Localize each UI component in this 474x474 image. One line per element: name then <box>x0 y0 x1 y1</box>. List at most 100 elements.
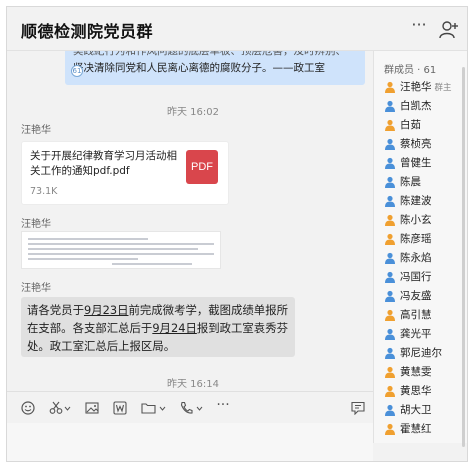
member-name-text: 陈晨 <box>400 176 421 188</box>
member-name: 高引慧 <box>400 307 432 323</box>
member-avatar-icon <box>384 290 396 302</box>
member-item[interactable]: 汪艳华 群主 <box>384 79 467 96</box>
member-name: 胡大卫 <box>400 402 432 418</box>
member-name: 陈建波 <box>400 193 432 209</box>
member-name-text: 郭尼迪尔 <box>400 347 442 359</box>
message-text-line: 実践紀行为和作风问题的底层单板、顶层危害，及时辨别、 <box>73 51 346 57</box>
member-name-text: 龚光平 <box>400 328 432 340</box>
image-content <box>28 238 148 240</box>
member-avatar-icon <box>384 176 396 188</box>
member-avatar-icon <box>384 252 396 264</box>
member-name: 汪艳华 群主 <box>400 79 452 96</box>
member-name: 龚光平 <box>400 326 432 342</box>
member-item[interactable]: 冯友盛 <box>384 288 467 304</box>
member-avatar-icon <box>384 100 396 112</box>
input-toolbar: ··· <box>7 391 373 423</box>
member-item[interactable]: 郭尼迪尔 <box>384 345 467 361</box>
pdf-file-icon: PDF <box>186 150 218 184</box>
more-icon[interactable]: ··· <box>411 17 427 37</box>
member-item[interactable]: 陈彦瑶 <box>384 231 467 247</box>
member-name: 冯国行 <box>400 269 432 285</box>
member-avatar-icon <box>384 385 396 397</box>
member-item[interactable]: 胡大卫 <box>384 402 467 418</box>
image-icon[interactable] <box>85 401 99 415</box>
member-name: 白凯杰 <box>400 98 432 114</box>
member-name-text: 陈小玄 <box>400 214 432 226</box>
member-name-text: 陈建波 <box>400 195 432 207</box>
member-name: 郭尼迪尔 <box>400 345 442 361</box>
chat-history-icon[interactable] <box>351 401 365 415</box>
member-scrollbar[interactable] <box>462 67 465 447</box>
member-name-text: 胡大卫 <box>400 404 432 416</box>
member-item[interactable]: 高引慧 <box>384 307 467 323</box>
member-item[interactable]: 黄慧雯 <box>384 364 467 380</box>
member-name-text: 白茹 <box>400 119 421 131</box>
image-content <box>28 248 198 250</box>
member-name-text: 曾健生 <box>400 157 432 169</box>
chat-header: 顺德检测院党员群 ··· <box>7 7 467 51</box>
member-name-text: 冯国行 <box>400 271 432 283</box>
member-name-text: 陈彦瑶 <box>400 233 432 245</box>
message-date: 9月24日 <box>152 321 197 335</box>
sender-name: 汪艳华 <box>21 219 51 230</box>
member-avatar-icon <box>384 81 396 93</box>
member-avatar-icon <box>384 423 396 435</box>
member-name-text: 霍慧红 <box>400 423 432 435</box>
member-avatar-icon <box>384 404 396 416</box>
member-name-text: 冯友盛 <box>400 290 432 302</box>
member-item[interactable]: 冯国行 <box>384 269 467 285</box>
word-icon[interactable] <box>113 401 127 415</box>
member-name: 蔡桢亮 <box>400 136 432 152</box>
member-item[interactable]: 白茹 <box>384 117 467 133</box>
scissors-icon[interactable] <box>49 401 71 415</box>
member-item[interactable]: 陈建波 <box>384 193 467 209</box>
member-item[interactable]: 蔡桢亮 <box>384 136 467 152</box>
message-text: 请各党员于 <box>27 303 84 317</box>
phone-icon[interactable] <box>179 401 205 415</box>
file-name: 关于开展纪律教育学习月活动相关工作的通知pdf.pdf <box>30 150 177 177</box>
member-item[interactable]: 曾健生 <box>384 155 467 171</box>
message-timestamp: 昨天 16:02 <box>167 107 219 118</box>
message-bubble: 実践紀行为和作风问题的底层单板、顶层危害，及时辨别、 坚决清除同党和人民离心离德… <box>65 51 365 85</box>
member-item[interactable]: 陈小玄 <box>384 212 467 228</box>
sender-name: 汪艳华 <box>21 125 51 136</box>
image-content <box>28 243 214 245</box>
member-name-text: 汪艳华 <box>400 81 432 93</box>
folder-icon[interactable] <box>141 401 167 415</box>
message-input[interactable] <box>7 423 373 461</box>
read-count-badge[interactable]: 61 <box>71 65 83 77</box>
member-avatar-icon <box>384 271 396 283</box>
member-name: 陈永焰 <box>400 250 432 266</box>
member-avatar-icon <box>384 214 396 226</box>
member-avatar-icon <box>384 119 396 131</box>
member-name: 黄思华 <box>400 383 432 399</box>
member-name-text: 高引慧 <box>400 309 432 321</box>
member-role-badge: 群主 <box>434 83 452 93</box>
message-list[interactable]: 実践紀行为和作风问题的底层单板、顶层危害，及时辨别、 坚决清除同党和人民离心离德… <box>7 51 373 391</box>
member-name: 白茹 <box>400 117 421 133</box>
member-name: 霍慧红 <box>400 421 432 437</box>
message-text-line: 坚决清除同党和人民离心离德的腐败分子。——政工室 <box>73 62 325 74</box>
member-name: 曾健生 <box>400 155 432 171</box>
file-message[interactable]: 关于开展纪律教育学习月活动相关工作的通知pdf.pdf 73.1K PDF <box>21 141 229 205</box>
emoji-icon[interactable] <box>21 401 35 415</box>
member-avatar-icon <box>384 366 396 378</box>
member-avatar-icon <box>384 233 396 245</box>
image-message[interactable] <box>21 231 221 269</box>
member-name: 陈彦瑶 <box>400 231 432 247</box>
member-item[interactable]: 陈永焰 <box>384 250 467 266</box>
member-name-text: 陈永焰 <box>400 252 432 264</box>
member-item[interactable]: 龚光平 <box>384 326 467 342</box>
message-date: 9月23日 <box>83 303 129 317</box>
member-item[interactable]: 陈晨 <box>384 174 467 190</box>
member-name-text: 蔡桢亮 <box>400 138 432 150</box>
message-bubble: 请各党员于9月23日前完成微考学，截图成绩单报所在支部。各支部汇总后于9月24日… <box>21 297 295 357</box>
image-content <box>28 258 138 260</box>
member-item[interactable]: 白凯杰 <box>384 98 467 114</box>
member-avatar-icon <box>384 157 396 169</box>
more-icon[interactable]: ··· <box>215 398 231 412</box>
member-item[interactable]: 霍慧红 <box>384 421 467 437</box>
add-member-icon[interactable] <box>439 20 459 40</box>
member-name: 陈小玄 <box>400 212 432 228</box>
member-item[interactable]: 黄思华 <box>384 383 467 399</box>
